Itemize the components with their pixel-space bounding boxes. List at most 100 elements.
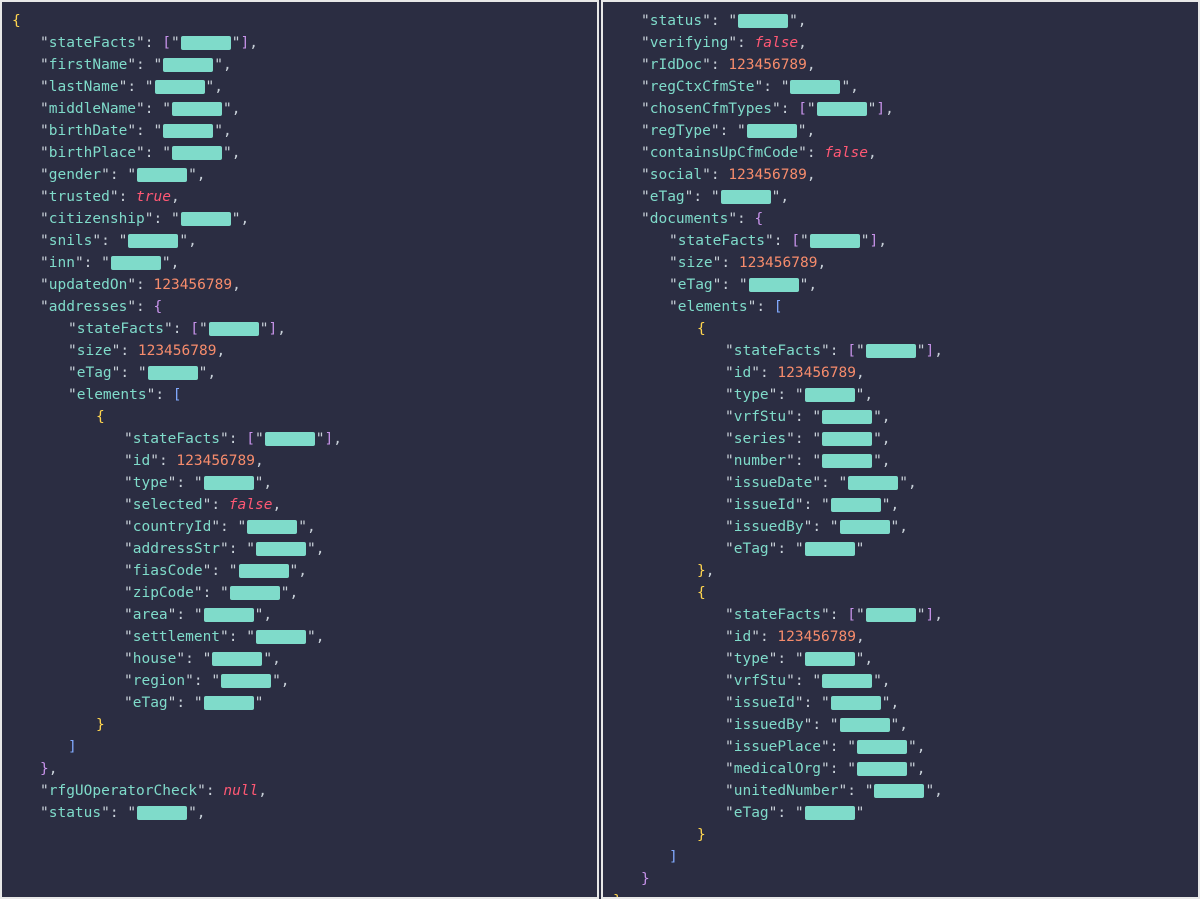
code-line: "birthPlace": "", <box>12 142 587 164</box>
json-key: type <box>734 384 769 406</box>
code-line: }, <box>613 560 1188 582</box>
json-number: 123456789 <box>739 252 818 274</box>
code-line: "area": "", <box>12 604 587 626</box>
json-number: 123456789 <box>728 164 807 186</box>
redacted-value <box>204 696 254 710</box>
json-key: stateFacts <box>734 604 821 626</box>
redacted-value <box>209 322 259 336</box>
code-line: "series": "", <box>613 428 1188 450</box>
brace: { <box>697 582 706 604</box>
json-key: social <box>650 164 702 186</box>
json-key: eTag <box>734 538 769 560</box>
code-line: "vrfStu": "", <box>613 406 1188 428</box>
redacted-value <box>738 14 788 28</box>
json-key: type <box>133 472 168 494</box>
code-line: "eTag": "" <box>613 802 1188 824</box>
json-key: type <box>734 648 769 670</box>
code-line: "unitedNumber": "", <box>613 780 1188 802</box>
redacted-value <box>128 234 178 248</box>
redacted-value <box>831 498 881 512</box>
json-key: countryId <box>133 516 212 538</box>
code-line: "status": "", <box>12 802 587 824</box>
code-line: }, <box>12 758 587 780</box>
redacted-value <box>866 344 916 358</box>
code-line: { <box>12 10 587 32</box>
code-line: "stateFacts": [""], <box>613 604 1188 626</box>
json-key: birthPlace <box>49 142 136 164</box>
code-line: "region": "", <box>12 670 587 692</box>
json-number: 123456789 <box>176 450 255 472</box>
left-code-pane: {"stateFacts": [""],"firstName": "","las… <box>0 0 599 899</box>
json-key: eTag <box>678 274 713 296</box>
code-line: "snils": "", <box>12 230 587 252</box>
redacted-value <box>866 608 916 622</box>
redacted-value <box>163 124 213 138</box>
code-line: "issueId": "", <box>613 494 1188 516</box>
redacted-value <box>137 168 187 182</box>
redacted-value <box>181 212 231 226</box>
json-key: lastName <box>49 76 119 98</box>
redacted-value <box>805 652 855 666</box>
code-line: "eTag": "" <box>613 538 1188 560</box>
code-line: "regType": "", <box>613 120 1188 142</box>
code-line: } <box>613 824 1188 846</box>
code-line: "status": "", <box>613 10 1188 32</box>
code-line: "vrfStu": "", <box>613 670 1188 692</box>
json-key: issuedBy <box>734 714 804 736</box>
json-key: vrfStu <box>734 406 786 428</box>
code-line: "eTag": "", <box>613 186 1188 208</box>
redacted-value <box>749 278 799 292</box>
json-key: size <box>678 252 713 274</box>
json-key: rfgUOperatorCheck <box>49 780 197 802</box>
code-line: "gender": "", <box>12 164 587 186</box>
code-line: "type": "", <box>613 384 1188 406</box>
json-key: status <box>650 10 702 32</box>
bracket-open: [ <box>173 384 182 406</box>
json-key: updatedOn <box>49 274 128 296</box>
json-key: elements <box>678 296 748 318</box>
code-line: "birthDate": "", <box>12 120 587 142</box>
json-key: gender <box>49 164 101 186</box>
json-key: stateFacts <box>678 230 765 252</box>
json-key: stateFacts <box>77 318 164 340</box>
code-line: "id": 123456789, <box>613 362 1188 384</box>
brace: { <box>96 406 105 428</box>
json-key: issuedBy <box>734 516 804 538</box>
redacted-value <box>256 630 306 644</box>
code-line: "updatedOn": 123456789, <box>12 274 587 296</box>
json-key: documents <box>650 208 729 230</box>
code-line: "containsUpCfmCode": false, <box>613 142 1188 164</box>
json-key: regCtxCfmSte <box>650 76 755 98</box>
json-key: birthDate <box>49 120 128 142</box>
redacted-value <box>265 432 315 446</box>
json-key: number <box>734 450 786 472</box>
code-line: "zipCode": "", <box>12 582 587 604</box>
json-key: size <box>77 340 112 362</box>
json-key: eTag <box>650 186 685 208</box>
json-key: verifying <box>650 32 729 54</box>
json-boolean: false <box>229 494 273 516</box>
code-line: "stateFacts": [""], <box>12 428 587 450</box>
brace-close: } <box>96 714 105 736</box>
code-line: "medicalOrg": "", <box>613 758 1188 780</box>
redacted-value <box>172 102 222 116</box>
code-line: "issuePlace": "", <box>613 736 1188 758</box>
code-line: "id": 123456789, <box>613 626 1188 648</box>
json-key: addresses <box>49 296 128 318</box>
json-key: issuePlace <box>734 736 821 758</box>
code-line: "number": "", <box>613 450 1188 472</box>
brace-close: } <box>697 560 706 582</box>
json-boolean: false <box>755 32 799 54</box>
code-line: "id": 123456789, <box>12 450 587 472</box>
json-number: 123456789 <box>777 362 856 384</box>
code-line: ] <box>613 846 1188 868</box>
code-line: "social": 123456789, <box>613 164 1188 186</box>
brace: { <box>12 10 21 32</box>
brace-close: } <box>697 824 706 846</box>
redacted-value <box>805 388 855 402</box>
brace-close: } <box>641 868 650 890</box>
redacted-value <box>874 784 924 798</box>
code-line: "citizenship": "", <box>12 208 587 230</box>
json-key: issueDate <box>734 472 813 494</box>
code-line: "addresses": { <box>12 296 587 318</box>
